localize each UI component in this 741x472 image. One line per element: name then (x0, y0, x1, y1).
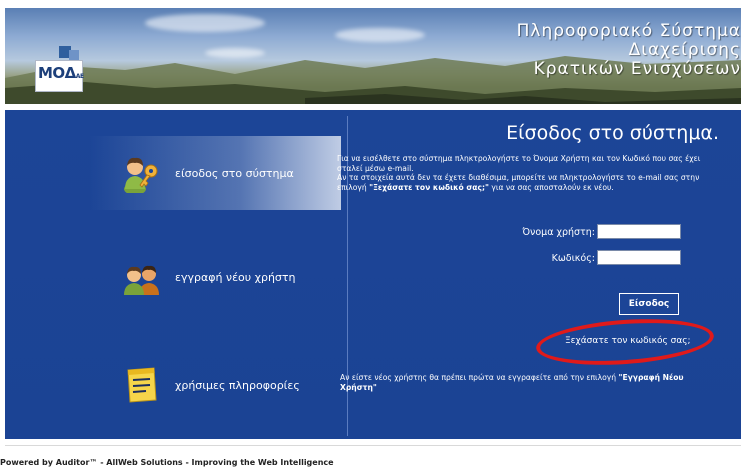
nav-item-register[interactable]: εγγραφή νέου χρήστη (5, 240, 341, 314)
users-icon (124, 265, 159, 295)
password-label: Κωδικός: (551, 253, 595, 264)
new-user-instructions: Αν είστε νέος χρήστης θα πρέπει πρώτα να… (340, 373, 700, 392)
header-banner: ΜΟΔΑΕ Πληροφοριακό Σύστημα Διαχείρισης Κ… (5, 8, 741, 104)
nav-item-label: χρήσιμες πληροφορίες (175, 378, 300, 392)
username-label: Όνομα χρήστη: (522, 227, 595, 238)
login-instructions: Για να εισέλθετε στο σύστημα πληκτρολογή… (337, 154, 723, 192)
intro-text-3: για να σας αποσταλούν εκ νέου. (489, 182, 614, 192)
footer-divider (5, 445, 741, 446)
system-title-line-3: Κρατικών Ενισχύσεων (533, 59, 741, 79)
forgot-password-link[interactable]: Ξεχάσατε τον κωδικός σας; (565, 336, 691, 346)
system-title-line-2: Διαχείρισης (628, 40, 741, 60)
nav-item-label: εγγραφή νέου χρήστη (175, 270, 296, 284)
login-title: Είσοδος στο σύστημα. (506, 122, 719, 144)
system-title: Πληροφοριακό Σύστημα Διαχείρισης Κρατικώ… (481, 22, 741, 79)
nav-item-info[interactable]: χρήσιμες πληροφορίες (5, 348, 341, 422)
system-title-line-1: Πληροφοριακό Σύστημα (516, 21, 741, 41)
nav-item-login[interactable]: είσοδος στο σύστημα (5, 136, 341, 210)
nav-item-label: είσοδος στο σύστημα (175, 166, 294, 180)
password-input[interactable] (597, 250, 681, 265)
login-button[interactable]: Είσοδος (619, 293, 679, 315)
moda-logo: ΜΟΔΑΕ (35, 46, 84, 92)
footer-credits: Powered by Auditor™ - AllWeb Solutions -… (0, 458, 334, 467)
user-key-icon (124, 157, 158, 193)
username-input[interactable] (597, 224, 681, 239)
main-panel: είσοδος στο σύστημα εγγραφή νέου χρήστη (5, 110, 741, 439)
page: ΜΟΔΑΕ Πληροφοριακό Σύστημα Διαχείρισης Κ… (0, 0, 741, 472)
new-user-text: Αν είστε νέος χρήστης θα πρέπει πρώτα να… (340, 373, 619, 382)
intro-text-1: Για να εισέλθετε στο σύστημα πληκτρολογή… (337, 154, 701, 173)
intro-forgot-ref: "Ξεχάσατε τον κωδικό σας;" (369, 182, 489, 192)
notepad-icon (127, 367, 157, 403)
